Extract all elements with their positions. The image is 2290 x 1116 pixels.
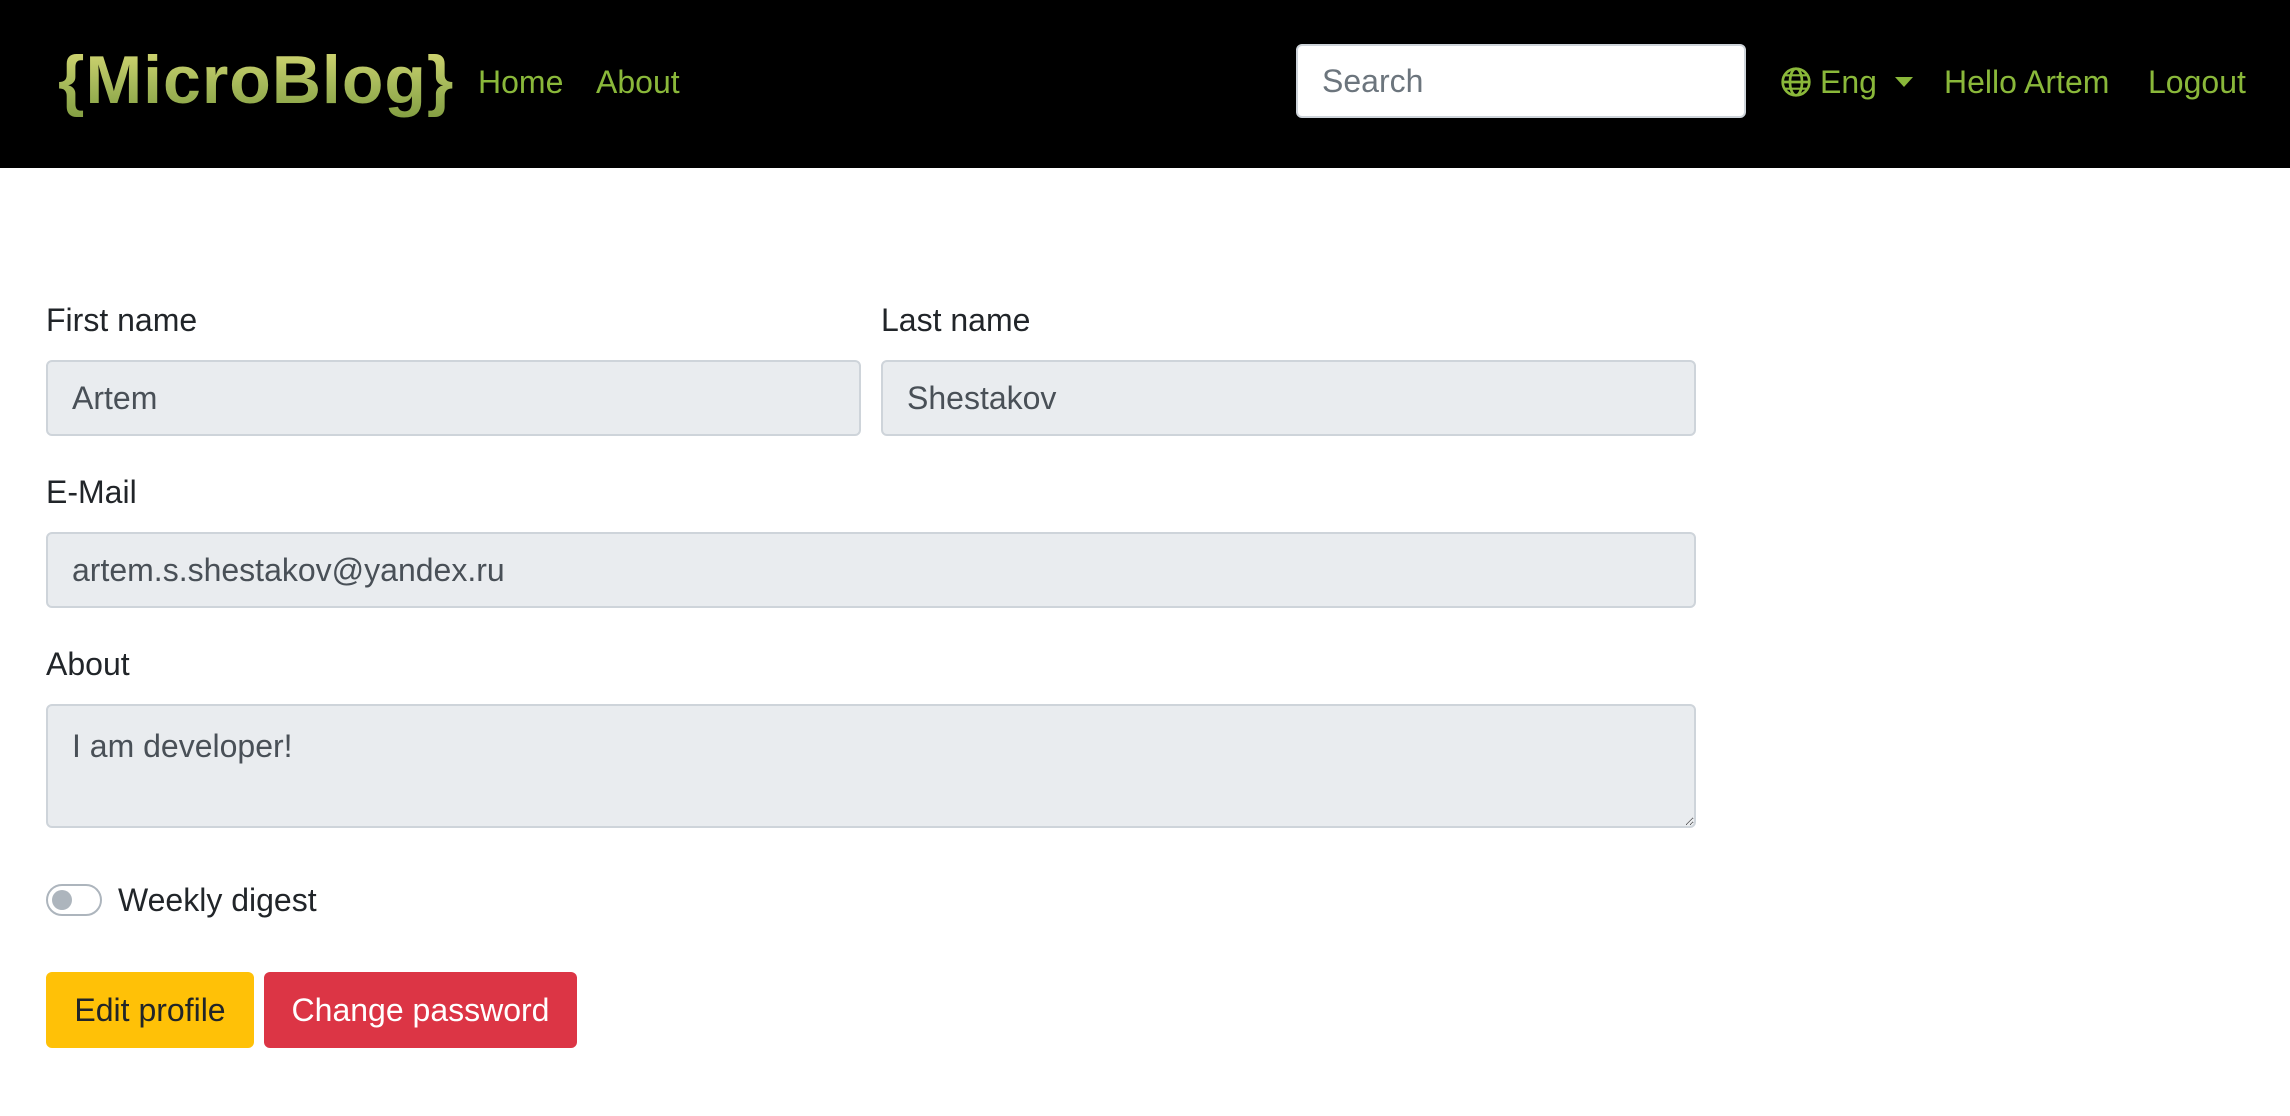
language-dropdown[interactable]: Eng: [1780, 56, 1913, 108]
nav-link-logout[interactable]: Logout: [2148, 56, 2246, 108]
change-password-button[interactable]: Change password: [264, 972, 577, 1048]
last-name-field[interactable]: [881, 360, 1696, 436]
first-name-label: First name: [46, 302, 198, 338]
about-textarea[interactable]: I am developer!: [46, 704, 1696, 828]
about-label: About: [46, 646, 130, 682]
brand-logo[interactable]: {MicroBlog}: [58, 36, 454, 124]
edit-profile-button[interactable]: Edit profile: [46, 972, 254, 1048]
top-navbar: {MicroBlog} Home About Eng Hello Artem L…: [0, 0, 2290, 168]
globe-icon: [1781, 67, 1811, 97]
nav-link-user-greeting[interactable]: Hello Artem: [1944, 56, 2109, 108]
last-name-label: Last name: [881, 302, 1031, 338]
email-label: E-Mail: [46, 474, 137, 510]
toggle-knob: [52, 890, 72, 910]
nav-link-about[interactable]: About: [596, 56, 680, 108]
first-name-field[interactable]: [46, 360, 861, 436]
weekly-digest-label: Weekly digest: [118, 882, 317, 918]
nav-link-home[interactable]: Home: [478, 56, 563, 108]
search-input[interactable]: [1296, 44, 1746, 118]
email-field[interactable]: [46, 532, 1696, 608]
chevron-down-icon: [1894, 77, 1913, 87]
language-label: Eng: [1820, 63, 1877, 100]
weekly-digest-toggle[interactable]: [46, 884, 102, 916]
